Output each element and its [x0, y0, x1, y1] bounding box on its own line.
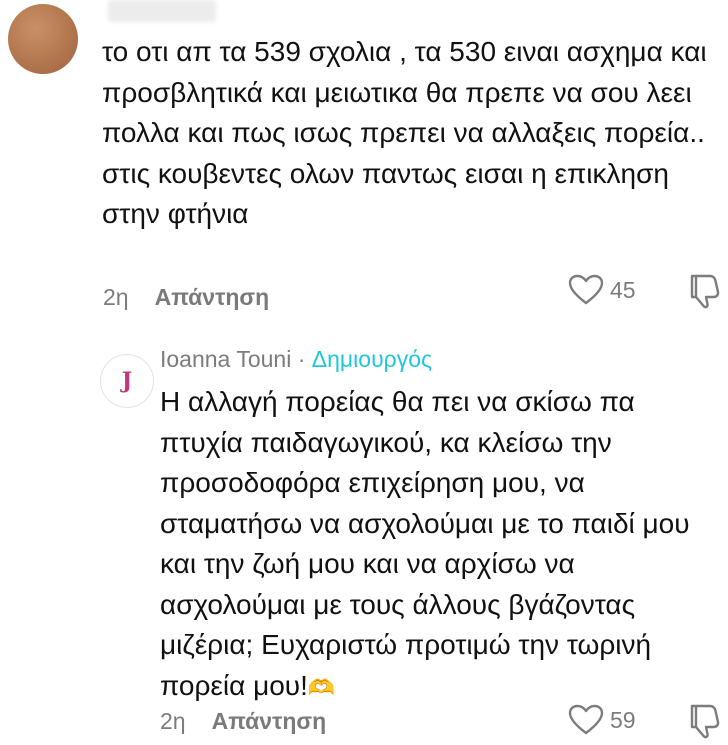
comment-like-button[interactable]: 45 [568, 274, 636, 306]
reply-author-name[interactable]: Ioanna Touni [160, 346, 291, 372]
heart-outline-icon [568, 274, 604, 305]
reply-time: 2η [160, 708, 186, 734]
comment-like-count: 45 [610, 276, 636, 303]
reply-like-count: 59 [610, 706, 636, 733]
reply-meta: 2η Απάντηση [160, 708, 326, 735]
reply-like-button[interactable]: 59 [568, 704, 636, 736]
comment-time: 2η [103, 284, 129, 310]
reply-reply-button[interactable]: Απάντηση [212, 708, 327, 734]
reply-dislike-button[interactable] [686, 702, 722, 745]
reply-separator: · [291, 346, 312, 372]
comment-dislike-button[interactable] [686, 272, 722, 315]
creator-badge: Δημιουργός [311, 346, 433, 372]
reply-text: Η αλλαγή πορείας θα πει να σκίσω πα πτυχ… [160, 386, 690, 701]
reply-text-block: Η αλλαγή πορείας θα πει να σκίσω πα πτυχ… [160, 382, 720, 708]
comment-meta: 2η Απάντηση [103, 284, 269, 311]
comment-author-name-blurred [108, 0, 216, 22]
reply-header: Ioanna Touni · Δημιουργός [160, 346, 432, 373]
comment-author-avatar[interactable] [8, 4, 78, 74]
comment-text: το οτι απ τα 539 σχολια , τα 530 ειναι α… [102, 36, 707, 229]
reply-author-avatar[interactable]: J [100, 354, 154, 408]
heart-outline-icon [568, 704, 604, 735]
comment-reply-button[interactable]: Απάντηση [155, 284, 270, 310]
avatar-letter: J [121, 368, 133, 394]
dislike-icon [690, 704, 720, 739]
dislike-icon [690, 274, 720, 309]
heart-hands-emoji: 🫶 [307, 674, 336, 700]
